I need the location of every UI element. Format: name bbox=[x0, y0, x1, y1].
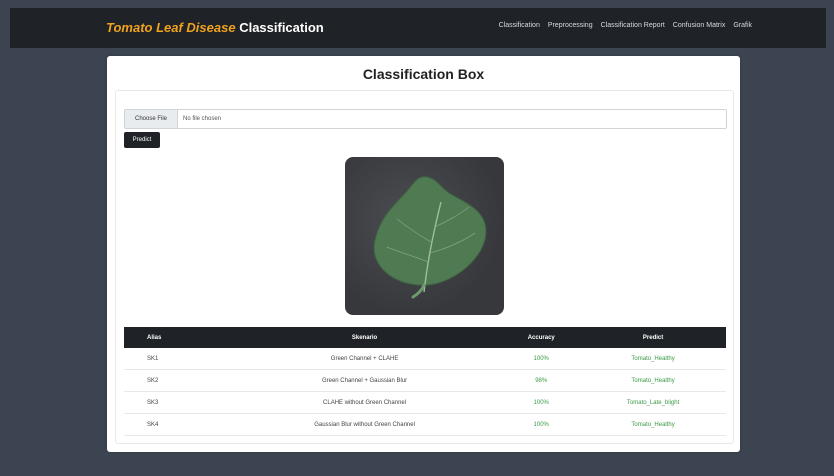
nav-link-confusion-matrix[interactable]: Confusion Matrix bbox=[673, 22, 726, 29]
cell-accuracy: 100% bbox=[502, 413, 581, 436]
nav-link-classification[interactable]: Classification bbox=[499, 22, 540, 29]
cell-alias: SK4 bbox=[124, 413, 227, 436]
header-accuracy: Accuracy bbox=[502, 327, 581, 348]
table-header-row: Alias Skenario Accuracy Predict bbox=[124, 327, 726, 348]
cell-alias: SK3 bbox=[124, 391, 227, 414]
cell-skenario: Green Channel + CLAHE bbox=[226, 348, 503, 370]
top-navbar: Tomato Leaf Disease Classification Class… bbox=[10, 8, 826, 48]
nav-link-preprocessing[interactable]: Preprocessing bbox=[548, 22, 593, 29]
header-predict: Predict bbox=[580, 327, 726, 348]
brand-logo[interactable]: Tomato Leaf Disease Classification bbox=[106, 20, 324, 35]
leaf-blade bbox=[373, 176, 487, 286]
nav-link-grafik[interactable]: Grafik bbox=[733, 22, 752, 29]
leaf-stem bbox=[411, 283, 426, 299]
header-alias: Alias bbox=[124, 327, 227, 348]
tomato-leaf-icon bbox=[373, 176, 487, 299]
nav-links: Classification Preprocessing Classificat… bbox=[499, 22, 752, 29]
nav-link-classification-report[interactable]: Classification Report bbox=[601, 22, 665, 29]
header-skenario: Skenario bbox=[226, 327, 503, 348]
results-table: Alias Skenario Accuracy Predict SK1 Gree… bbox=[124, 327, 726, 436]
table-row: SK4 Gaussian Blur without Green Channel … bbox=[124, 413, 726, 436]
cell-skenario: Gaussian Blur without Green Channel bbox=[226, 413, 503, 436]
cell-predict: Tomato_Healthy bbox=[580, 369, 726, 392]
choose-file-button[interactable]: Choose File bbox=[125, 110, 178, 128]
leaf-image bbox=[345, 157, 504, 315]
cell-alias: SK2 bbox=[124, 369, 227, 392]
cell-skenario: Green Channel + Gaussian Blur bbox=[226, 369, 503, 392]
cell-predict: Tomato_Healthy bbox=[580, 413, 726, 436]
file-name-label: No file chosen bbox=[183, 116, 222, 122]
predict-button[interactable]: Predict bbox=[124, 132, 160, 148]
cell-predict: Tomato_Healthy bbox=[580, 348, 726, 370]
cell-accuracy: 100% bbox=[502, 348, 581, 370]
card-title: Classification Box bbox=[362, 66, 485, 82]
table-row: SK3 CLAHE without Green Channel 100% Tom… bbox=[124, 391, 726, 414]
table-row: SK1 Green Channel + CLAHE 100% Tomato_He… bbox=[124, 348, 726, 370]
cell-alias: SK1 bbox=[124, 348, 227, 370]
cell-skenario: CLAHE without Green Channel bbox=[226, 391, 503, 414]
cell-accuracy: 100% bbox=[502, 391, 581, 414]
brand-accent-text: Tomato Leaf Disease bbox=[106, 20, 236, 35]
brand-text: Classification bbox=[239, 20, 324, 35]
cell-accuracy: 98% bbox=[502, 369, 581, 392]
file-input[interactable]: Choose File No file chosen bbox=[124, 109, 727, 129]
cell-predict: Tomato_Late_blight bbox=[580, 391, 726, 414]
table-row: SK2 Green Channel + Gaussian Blur 98% To… bbox=[124, 369, 726, 392]
